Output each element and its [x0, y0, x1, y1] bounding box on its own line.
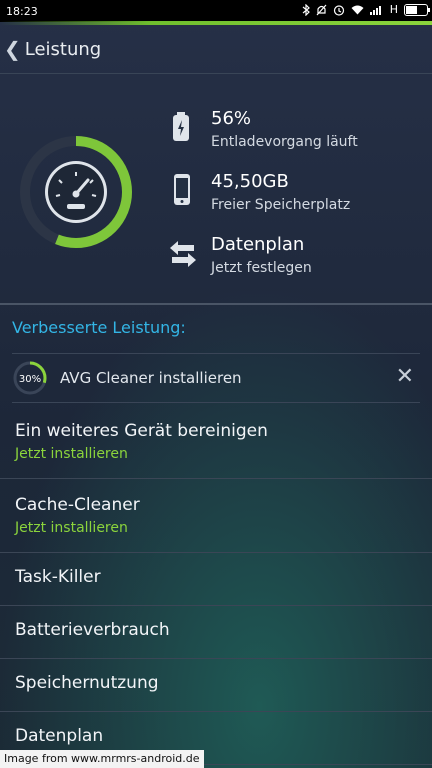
data-plan-value: Datenplan: [211, 234, 305, 255]
promo-row[interactable]: 30% AVG Cleaner installieren ✕: [12, 353, 420, 403]
progress-ring: 30%: [12, 360, 48, 396]
section-title: Verbesserte Leistung:: [12, 318, 186, 337]
promo-label: AVG Cleaner installieren: [60, 369, 242, 387]
alarm-icon: [333, 4, 344, 16]
list-item-label: Datenplan: [15, 726, 104, 746]
list-item-label: Speichernutzung: [15, 673, 159, 693]
battery-icon: [173, 112, 189, 141]
list-item-label: Task-Killer: [15, 567, 101, 587]
storage-value: 45,50GB: [211, 171, 289, 192]
status-icons: H: [302, 3, 430, 16]
battery-subtitle: Entladevorgang läuft: [211, 134, 358, 150]
signal-icon: [369, 5, 381, 15]
section-divider: [0, 303, 432, 305]
list-item-clean-other-device[interactable]: Ein weiteres Gerät bereinigen Jetzt inst…: [0, 405, 432, 479]
app-bar: ❮ Leistung: [0, 25, 432, 74]
wifi-icon: [351, 5, 364, 15]
promo-percent: 30%: [19, 374, 41, 385]
page-title[interactable]: Leistung: [25, 39, 101, 60]
list-item-label: Cache-Cleaner: [15, 495, 140, 515]
list-item-label: Ein weiteres Gerät bereinigen: [15, 421, 268, 441]
watermark: Image from www.mrmrs-android.de: [0, 750, 204, 768]
speedometer-gauge: [20, 136, 132, 248]
back-icon[interactable]: ❮: [4, 37, 21, 61]
progress-ring-icon: 30%: [13, 361, 47, 395]
phone-icon: [174, 174, 190, 205]
storage-subtitle: Freier Speicherplatz: [211, 197, 351, 213]
data-plan-subtitle: Jetzt festlegen: [211, 260, 312, 276]
performance-summary: 56% Entladevorgang läuft 45,50GB Freier …: [0, 74, 432, 304]
close-icon[interactable]: ✕: [396, 364, 414, 389]
data-transfer-icon: [170, 241, 196, 267]
list-item-task-killer[interactable]: Task-Killer: [0, 553, 432, 606]
list-item-action[interactable]: Jetzt installieren: [15, 520, 128, 536]
list-item-storage-usage[interactable]: Speichernutzung: [0, 659, 432, 712]
list-item-battery-usage[interactable]: Batterieverbrauch: [0, 606, 432, 659]
battery-icon: [404, 3, 430, 16]
bluetooth-icon: [302, 3, 310, 16]
status-bar: 18:23 H: [0, 0, 432, 25]
network-type: H: [389, 3, 398, 16]
list-item-cache-cleaner[interactable]: Cache-Cleaner Jetzt installieren: [0, 479, 432, 553]
mute-icon: [316, 4, 327, 15]
status-time: 18:23: [6, 4, 38, 18]
feature-list: Ein weiteres Gerät bereinigen Jetzt inst…: [0, 405, 432, 765]
list-item-action[interactable]: Jetzt installieren: [15, 446, 128, 462]
battery-value: 56%: [211, 108, 252, 129]
list-item-label: Batterieverbrauch: [15, 620, 170, 640]
